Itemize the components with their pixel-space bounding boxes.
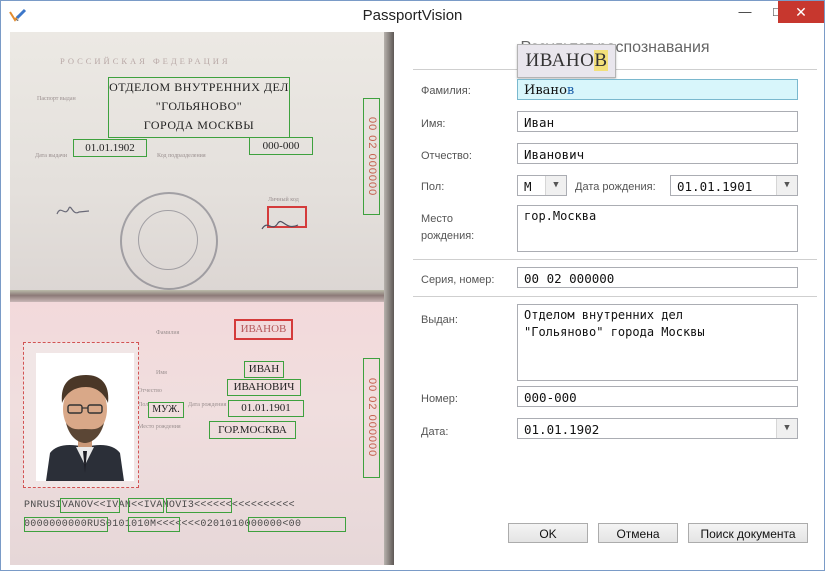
ok-button[interactable]: OK [508, 523, 588, 543]
birth-place-box[interactable]: ГОР.МОСКВА [209, 421, 296, 439]
label-birthplace-field-1: Место [421, 213, 453, 225]
owner-signature [261, 221, 299, 230]
series-number-box-bottom[interactable]: 00 02 000000 [363, 358, 380, 478]
mrz-issue-box[interactable] [248, 517, 346, 532]
birthplace-textarea[interactable]: гор.Москва [517, 205, 798, 252]
label-birthplace-field-2: рождения: [421, 230, 475, 242]
official-seal [120, 192, 218, 290]
window-title: PassportVision [362, 7, 463, 24]
issue-date-box[interactable]: 01.01.1902 [73, 139, 147, 157]
issued-by-line-3: ГОРОДА МОСКВЫ [143, 118, 255, 132]
section-separator-1 [413, 259, 817, 260]
name-input[interactable]: Иван [517, 111, 798, 132]
series-number-input[interactable]: 00 02 000000 [517, 267, 798, 288]
label-issued-by: Паспорт выдан [37, 96, 76, 102]
label-birth-place: Место рождения [138, 424, 181, 430]
label-sex-field: Пол: [421, 181, 445, 193]
label-surname-field: Фамилия: [421, 85, 471, 97]
patronymic-box[interactable]: ИВАНОВИЧ [227, 379, 301, 396]
label-name-field: Имя: [421, 118, 446, 130]
label-birthdate-field: Дата рождения: [575, 181, 656, 193]
label-date-field: Дата: [421, 426, 449, 438]
label-issue-date: Дата выдачи [35, 153, 68, 159]
label-birth-date: Дата рождения [188, 402, 227, 408]
mrz-patronymic-box[interactable] [166, 498, 232, 513]
char-zoom-preview: ИВАНОВ [517, 44, 616, 78]
patronymic-input[interactable]: Иванович [517, 143, 798, 164]
country-header: РОССИЙСКАЯ ФЕДЕРАЦИЯ [60, 56, 231, 66]
mrz-birthdate-box[interactable] [128, 517, 180, 532]
chevron-down-icon[interactable]: ▼ [776, 176, 797, 195]
issued-by-line-1: ОТДЕЛОМ ВНУТРЕННИХ ДЕЛ [109, 80, 289, 94]
label-issued-by-field: Выдан: [421, 314, 458, 326]
label-personal-code: Личный код [268, 197, 299, 203]
avatar [36, 353, 134, 481]
label-patronymic-field: Отчество: [421, 150, 472, 162]
chevron-down-icon[interactable]: ▼ [776, 419, 797, 438]
label-name: Имя [156, 370, 167, 376]
cancel-button[interactable]: Отмена [598, 523, 678, 543]
name-box[interactable]: ИВАН [244, 361, 284, 378]
issued-by-textarea[interactable]: Отделом внутренних дел "Гольяново" города… [517, 304, 798, 381]
holder-photo [23, 342, 139, 488]
issued-by-line-2: "ГОЛЬЯНОВО" [155, 99, 243, 113]
search-document-button[interactable]: Поиск документа [688, 523, 808, 543]
issued-by-box[interactable]: ОТДЕЛОМ ВНУТРЕННИХ ДЕЛ "ГОЛЬЯНОВО" ГОРОД… [108, 77, 290, 138]
label-series-number-field: Серия, номер: [421, 274, 495, 286]
minimize-button[interactable]: — [729, 1, 761, 23]
passport-scan[interactable]: РОССИЙСКАЯ ФЕДЕРАЦИЯ Паспорт выдан Дата … [10, 32, 394, 565]
sex-box[interactable]: МУЖ. [148, 402, 184, 418]
passport-spine [384, 32, 394, 565]
label-sex: Пол [138, 402, 149, 408]
mrz-name-box[interactable] [128, 498, 164, 513]
birthdate-select[interactable]: 01.01.1901 ▼ [670, 175, 798, 196]
title-bar: PassportVision — □ ✕ [1, 1, 824, 31]
surname-box[interactable]: ИВАНОВ [234, 319, 293, 340]
label-surname: Фамилия [156, 330, 180, 336]
mrz-surname-box[interactable] [60, 498, 120, 513]
section-separator-2 [413, 296, 817, 297]
mrz-number-box[interactable] [24, 517, 108, 532]
chevron-down-icon[interactable]: ▼ [545, 176, 566, 195]
series-number-box-top[interactable]: 00 02 000000 [363, 98, 380, 215]
subdivision-code-box[interactable]: 000-000 [249, 137, 313, 155]
surname-input[interactable]: Иванов [517, 79, 798, 100]
number-input[interactable]: 000-000 [517, 386, 798, 407]
date-select[interactable]: 01.01.1902 ▼ [517, 418, 798, 439]
label-patronymic: Отчество [138, 388, 162, 394]
close-button[interactable]: ✕ [778, 1, 824, 23]
signature-mark [56, 206, 90, 215]
passport-fold [10, 290, 394, 302]
label-subdivision-code: Код подразделения [157, 153, 206, 159]
sex-select[interactable]: М ▼ [517, 175, 567, 196]
label-number-field: Номер: [421, 393, 458, 405]
birth-date-box[interactable]: 01.01.1901 [228, 400, 304, 417]
app-window: PassportVision — □ ✕ РОССИЙСКАЯ ФЕДЕРАЦИ… [0, 0, 825, 571]
